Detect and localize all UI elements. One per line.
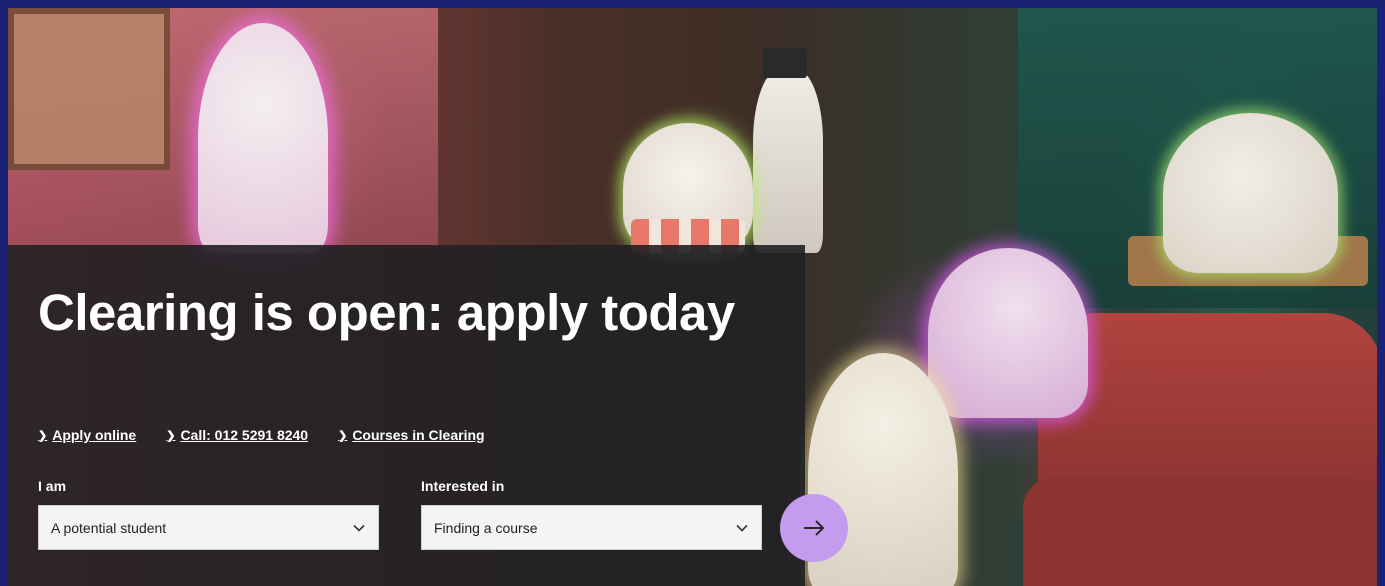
apply-online-link[interactable]: ❯ Apply online — [38, 427, 136, 443]
ghost-figure-tall — [753, 68, 823, 253]
i-am-label: I am — [38, 478, 67, 494]
ghost-figure-purple — [928, 248, 1088, 418]
courses-in-clearing-label: Courses in Clearing — [352, 427, 485, 443]
chevron-right-icon: ❯ — [38, 429, 48, 442]
page-title: Clearing is open: apply today — [38, 284, 735, 341]
i-am-select[interactable]: A potential student — [38, 505, 379, 550]
interested-in-label: Interested in — [421, 478, 505, 494]
chevron-right-icon: ❯ — [338, 429, 348, 442]
chevron-down-icon — [353, 524, 365, 532]
courses-in-clearing-link[interactable]: ❯ Courses in Clearing — [338, 427, 484, 443]
chevron-right-icon: ❯ — [166, 429, 176, 442]
call-link[interactable]: ❯ Call: 012 5291 8240 — [166, 427, 308, 443]
chevron-down-icon — [736, 524, 748, 532]
interested-in-select[interactable]: Finding a course — [421, 505, 762, 550]
ghost-figure-green — [1163, 113, 1338, 273]
interested-in-select-value: Finding a course — [434, 519, 538, 536]
background-sofa-seat — [1023, 478, 1377, 586]
quick-links: ❯ Apply online ❯ Call: 012 5291 8240 ❯ C… — [38, 427, 485, 443]
hero-panel: Clearing is open: apply today ❯ Apply on… — [8, 245, 805, 586]
apply-online-label: Apply online — [52, 427, 137, 443]
call-label: Call: 012 5291 8240 — [180, 427, 309, 443]
ghost-figure-pink — [198, 23, 328, 253]
i-am-select-value: A potential student — [51, 519, 167, 536]
ghost-figure-scarf — [623, 123, 753, 253]
top-hat-shape — [763, 48, 807, 78]
submit-button[interactable] — [780, 494, 848, 562]
arrow-right-icon — [804, 520, 825, 536]
background-notice-board — [8, 8, 170, 170]
